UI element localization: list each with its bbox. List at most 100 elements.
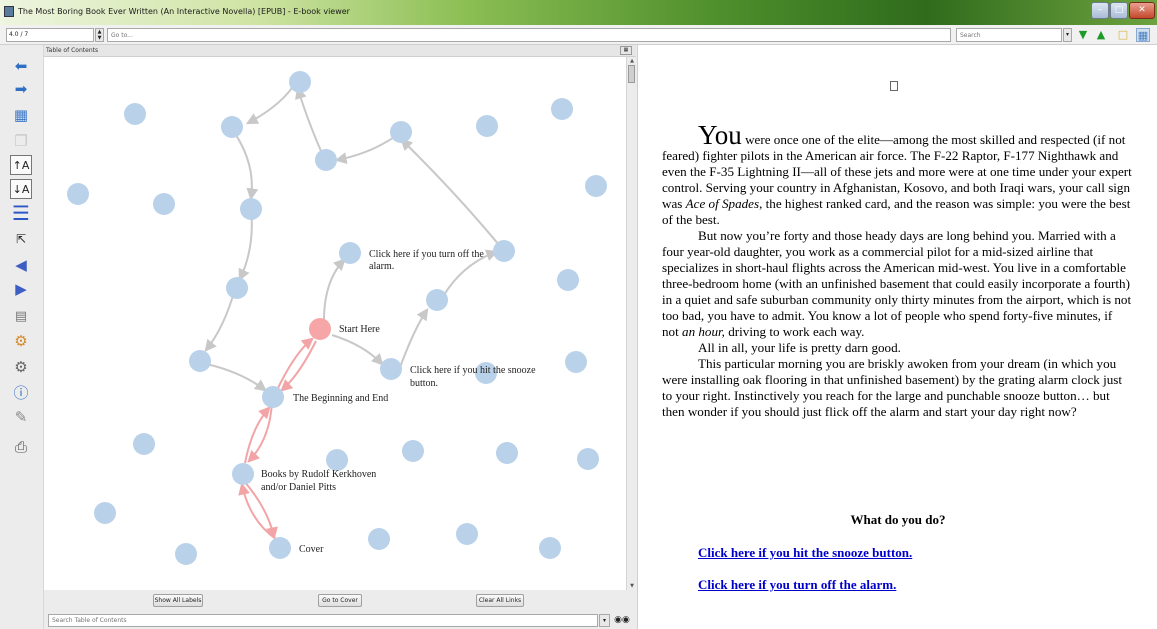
toc-node[interactable] xyxy=(240,198,262,220)
toc-node[interactable] xyxy=(402,440,424,462)
bookmark-page-icon[interactable]: □ xyxy=(1116,28,1130,42)
info-icon[interactable]: ⓘ xyxy=(10,383,32,403)
toc-node[interactable] xyxy=(390,121,412,143)
toc-graph[interactable]: Click here if you turn off the alarm. St… xyxy=(44,57,626,590)
toc-node[interactable] xyxy=(577,448,599,470)
toc-node[interactable] xyxy=(226,277,248,299)
toc-node[interactable] xyxy=(585,175,607,197)
toc-node[interactable] xyxy=(153,193,175,215)
toc-node[interactable] xyxy=(557,269,579,291)
goto-input[interactable] xyxy=(107,28,951,42)
toc-node[interactable] xyxy=(315,149,337,171)
toc-node[interactable] xyxy=(189,350,211,372)
table-of-contents-icon[interactable]: ☰ xyxy=(10,203,32,223)
toc-node[interactable] xyxy=(262,386,284,408)
page-marker-icon xyxy=(890,81,898,91)
toc-edge xyxy=(231,128,259,201)
fullscreen-icon[interactable]: ⇱ xyxy=(10,229,32,249)
toc-scrollbar[interactable]: ▲ ▼ xyxy=(626,57,636,590)
window-title: The Most Boring Book Ever Written (An In… xyxy=(18,7,350,16)
font-smaller-icon[interactable]: ↓A xyxy=(10,179,32,199)
toc-node[interactable] xyxy=(456,523,478,545)
toc-edge xyxy=(398,308,429,371)
copy-icon[interactable]: ❐ xyxy=(10,131,32,151)
toc-edge xyxy=(331,334,384,366)
book-text: You were once one of the elite—among the… xyxy=(662,122,1132,420)
print-icon[interactable]: ⎙ xyxy=(10,437,32,457)
binoculars-icon[interactable]: ◉◉ xyxy=(612,614,632,627)
toc-visited-edge xyxy=(238,482,277,540)
toc-node[interactable] xyxy=(94,502,116,524)
minimize-button[interactable]: – xyxy=(1091,2,1109,19)
toc-search-dropdown-icon[interactable]: ▾ xyxy=(599,614,610,627)
drop-cap: You xyxy=(698,120,742,150)
toc-node[interactable] xyxy=(426,289,448,311)
lookup-icon[interactable]: ✎ xyxy=(10,407,32,427)
toc-node[interactable] xyxy=(380,358,402,380)
next-section-icon[interactable]: ▶ xyxy=(10,279,32,299)
close-button[interactable]: ✕ xyxy=(1129,2,1155,19)
toc-visited-edge xyxy=(280,340,317,392)
toc-graph-svg: Click here if you turn off the alarm. St… xyxy=(67,71,607,565)
clear-all-links-button[interactable]: Clear All Links xyxy=(476,594,524,607)
scroll-thumb[interactable] xyxy=(628,65,635,83)
search-input[interactable] xyxy=(956,28,1062,42)
next-match-down-arrow-icon[interactable]: ▼ xyxy=(1076,28,1090,42)
forward-arrow-icon[interactable]: ➡ xyxy=(10,79,32,99)
toc-node-start-here[interactable] xyxy=(309,318,331,340)
toc-node[interactable] xyxy=(67,183,89,205)
show-all-labels-button[interactable]: Show All Labels xyxy=(153,594,203,607)
back-arrow-icon[interactable]: ⬅ xyxy=(10,56,32,76)
toc-node[interactable] xyxy=(565,351,587,373)
toc-title: Table of Contents xyxy=(46,47,99,54)
left-toolbar: ⬅ ➡ ▦ ❐ ↑A ↓A ☰ ⇱ ◀ ▶ ▤ ⚙ ⚙ ⓘ ✎ ⎙ xyxy=(0,45,44,629)
toc-edge xyxy=(334,132,401,165)
toc-search-input[interactable] xyxy=(48,614,598,627)
toc-node[interactable] xyxy=(539,537,561,559)
paragraph-1: You were once one of the elite—among the… xyxy=(662,122,1132,228)
toc-node[interactable] xyxy=(368,528,390,550)
toc-label-beginning-end: The Beginning and End xyxy=(293,393,388,404)
choice-alarm-link[interactable]: Click here if you turn off the alarm. xyxy=(698,577,896,593)
search-dropdown-icon[interactable]: ▾ xyxy=(1063,28,1072,42)
paragraph-2: But now you’re forty and those heady day… xyxy=(662,228,1132,340)
toggle-panel-icon[interactable]: ▦ xyxy=(1136,28,1150,42)
page-spinner[interactable]: ▲ ▼ xyxy=(95,28,104,42)
scroll-down-arrow-icon[interactable]: ▼ xyxy=(627,582,637,590)
book-page: You were once one of the elite—among the… xyxy=(637,45,1157,629)
maximize-button[interactable]: □ xyxy=(1110,2,1128,19)
app-icon xyxy=(4,6,14,17)
settings-gear-icon[interactable]: ⚙ xyxy=(10,357,32,377)
toc-node[interactable] xyxy=(232,463,254,485)
toc-node[interactable] xyxy=(289,71,311,93)
toc-node[interactable] xyxy=(493,240,515,262)
bookmarks-icon[interactable]: ▦ xyxy=(10,105,32,125)
toc-node[interactable] xyxy=(133,433,155,455)
toc-node[interactable] xyxy=(551,98,573,120)
page-position-input[interactable]: 4.0 / 7 xyxy=(6,28,94,42)
preferences-icon[interactable]: ⚙ xyxy=(10,331,32,351)
paragraph-2-emphasis: an hour, xyxy=(682,324,725,339)
toc-node[interactable] xyxy=(339,242,361,264)
toc-node[interactable] xyxy=(175,543,197,565)
toc-node[interactable] xyxy=(269,537,291,559)
font-larger-icon[interactable]: ↑A xyxy=(10,155,32,175)
reference-mode-icon[interactable]: ▤ xyxy=(10,307,32,327)
toc-node[interactable] xyxy=(124,103,146,125)
toc-node[interactable] xyxy=(476,115,498,137)
toc-node[interactable] xyxy=(221,116,243,138)
go-to-cover-button[interactable]: Go to Cover xyxy=(318,594,362,607)
toc-edge xyxy=(201,362,267,392)
previous-match-up-arrow-icon[interactable]: ▲ xyxy=(1094,28,1108,42)
choice-snooze-link[interactable]: Click here if you hit the snooze button. xyxy=(698,545,912,561)
scroll-up-arrow-icon[interactable]: ▲ xyxy=(627,57,637,65)
undock-panel-icon[interactable]: ▦ xyxy=(620,46,632,55)
previous-section-icon[interactable]: ◀ xyxy=(10,255,32,275)
toc-header: Table of Contents ▦ xyxy=(44,45,636,57)
toc-node[interactable] xyxy=(496,442,518,464)
toc-label-start: Start Here xyxy=(339,324,380,335)
paragraph-3: All in all, your life is pretty darn goo… xyxy=(698,340,901,355)
toc-label-books-line1: Books by Rudolf Kerkhoven xyxy=(261,469,376,480)
toc-node[interactable] xyxy=(326,449,348,471)
toc-label-snooze-line1: Click here if you hit the snooze xyxy=(410,365,536,376)
